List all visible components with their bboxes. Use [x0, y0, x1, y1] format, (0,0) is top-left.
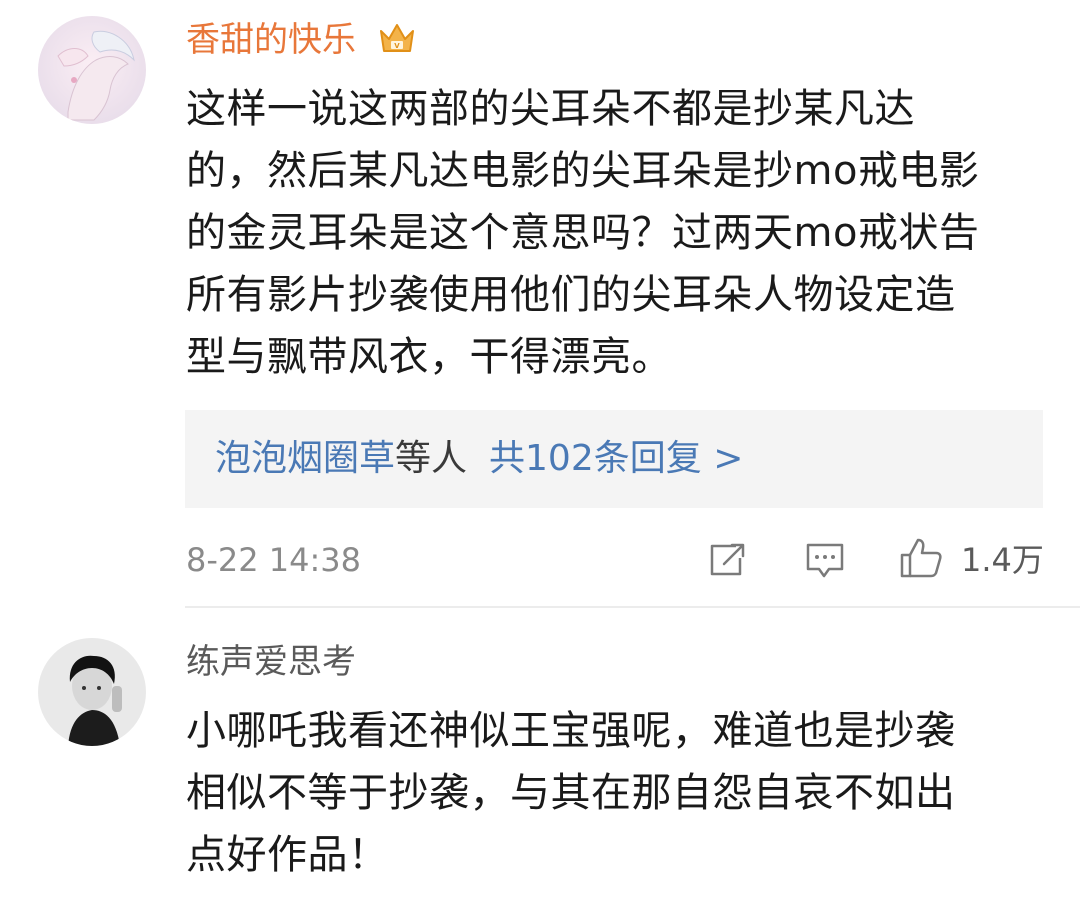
like-icon[interactable] [898, 536, 944, 584]
comment-item: 香甜的快乐 V 这样一说这两部的尖耳朵不都是抄某凡达 的，然后某凡达电影的尖耳朵… [0, 0, 1080, 606]
comment-line: 的金灵耳朵是这个意思吗？过两天mo戒状告 [186, 210, 980, 256]
comment-meta: 8-22 14:38 1.4万 [186, 534, 1046, 584]
comment-icon[interactable] [804, 540, 846, 584]
comment-line: 这样一说这两部的尖耳朵不都是抄某凡达 [186, 86, 915, 132]
username-text[interactable]: 练声爱思考 [186, 642, 356, 682]
comment-line: 相似不等于抄袭，与其在那自怨自哀不如出 [186, 770, 956, 816]
comment-line: 小哪吒我看还神似王宝强呢，难道也是抄袭 [186, 708, 956, 754]
comment-item: 练声爱思考 小哪吒我看还神似王宝强呢，难道也是抄袭 相似不等于抄袭，与其在那自怨… [0, 608, 1080, 900]
comment-text: 小哪吒我看还神似王宝强呢，难道也是抄袭 相似不等于抄袭，与其在那自怨自哀不如出 … [186, 700, 1046, 886]
replies-summary[interactable]: 泡泡烟圈草等人 共102条回复 > [185, 410, 1043, 508]
avatar[interactable] [38, 638, 146, 746]
comment-text: 这样一说这两部的尖耳朵不都是抄某凡达 的，然后某凡达电影的尖耳朵是抄mo戒电影 … [186, 78, 1046, 388]
like-count: 1.4万 [961, 541, 1044, 579]
username[interactable]: 练声爱思考 [186, 640, 356, 684]
avatar[interactable] [38, 16, 146, 124]
share-icon[interactable] [706, 540, 748, 584]
comment-line: 点好作品！ [186, 832, 389, 878]
svg-text:V: V [394, 42, 400, 50]
crown-badge-icon: V [377, 21, 417, 68]
comment-line: 型与飘带风衣，干得漂亮。 [186, 334, 672, 380]
timestamp: 8-22 14:38 [186, 541, 362, 579]
comment-line: 的，然后某凡达电影的尖耳朵是抄mo戒电影 [186, 148, 980, 194]
reply-user-link[interactable]: 泡泡烟圈草 [215, 438, 395, 479]
reply-count-link[interactable]: 共102条回复 > [489, 438, 743, 479]
reply-middle-text: 等人 [395, 438, 468, 479]
username-text[interactable]: 香甜的快乐 [186, 20, 356, 60]
comment-line: 所有影片抄袭使用他们的尖耳朵人物设定造 [186, 272, 956, 318]
username[interactable]: 香甜的快乐 V [186, 18, 417, 68]
